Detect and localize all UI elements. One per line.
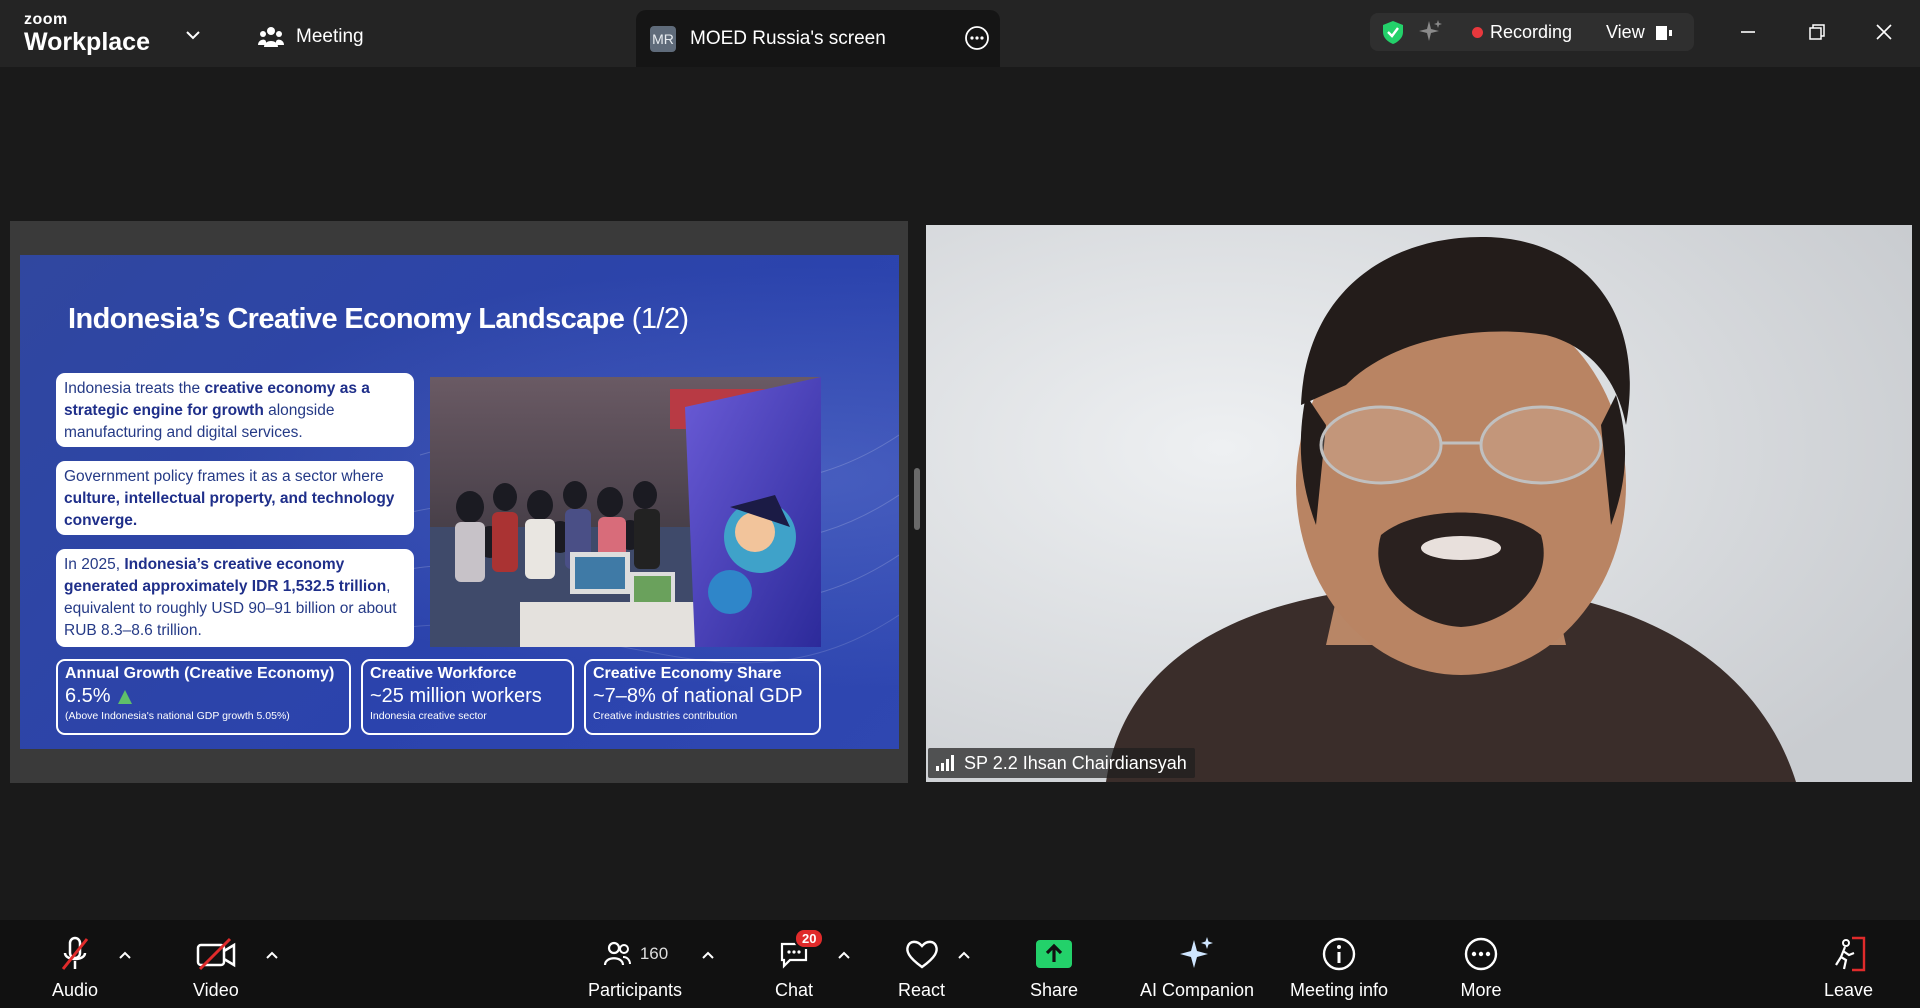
meeting-toolbar: Audio Video 160 Participants 20 Chat Rea… [0, 920, 1920, 1008]
expo-crowd-photo [430, 377, 821, 647]
participants-label: Participants [587, 980, 683, 1000]
share-button[interactable]: Share [1030, 934, 1078, 1001]
leave-button[interactable]: Leave [1824, 934, 1873, 1001]
slide-title: Indonesia’s Creative Economy Landscape (… [68, 303, 689, 336]
box2-bold: culture, intellectual property, and tech… [64, 490, 395, 529]
more-button[interactable]: More [1459, 934, 1503, 1001]
more-label: More [1460, 980, 1502, 1000]
chevron-down-icon[interactable] [182, 24, 204, 46]
leave-door-icon [1834, 936, 1865, 972]
recording-indicator[interactable]: Recording [1472, 22, 1572, 43]
stat-growth-value-row: 6.5% [65, 685, 342, 708]
presentation-slide: Indonesia’s Creative Economy Landscape (… [20, 255, 899, 749]
restore-icon [1809, 24, 1825, 40]
minimize-icon [1741, 31, 1755, 33]
participants-options-chevron-icon[interactable] [700, 948, 716, 964]
video-button[interactable]: Video [193, 934, 239, 1001]
recording-label: Recording [1490, 22, 1573, 42]
tab-shared-screen[interactable]: MR MOED Russia's screen [636, 10, 1000, 67]
stat-growth-note: (Above Indonesia's national GDP growth 5… [65, 710, 290, 722]
participants-icon [603, 941, 631, 966]
screen-tab-label: MOED Russia's screen [690, 27, 886, 49]
close-window-button[interactable] [1864, 14, 1904, 50]
chat-options-chevron-icon[interactable] [836, 948, 852, 964]
participant-video-frame [926, 225, 1912, 782]
top-bar: zoom Workplace Meeting MR MOED Russia's … [0, 0, 1920, 67]
stat-workforce-title: Creative Workforce [370, 665, 517, 682]
close-icon [1876, 24, 1892, 40]
audio-options-chevron-icon[interactable] [117, 948, 133, 964]
box2-text-1: Government policy frames it as a sector … [64, 468, 384, 485]
chat-label: Chat [774, 980, 814, 1000]
info-box-strategy: Indonesia treats the creative economy as… [56, 373, 414, 447]
video-off-icon [196, 937, 236, 971]
minimize-button[interactable] [1728, 14, 1768, 50]
stat-share-value: ~7–8% of national GDP [593, 685, 803, 707]
ai-companion-sparkle-icon [1180, 937, 1214, 968]
audio-button[interactable]: Audio [52, 934, 98, 1001]
mic-muted-icon [61, 936, 89, 970]
stat-workforce-note: Indonesia creative sector [370, 710, 487, 722]
view-label: View [1606, 22, 1645, 42]
meeting-info-label: Meeting info [1290, 980, 1389, 1000]
stat-card-workforce: Creative Workforce ~25 million workers I… [361, 659, 574, 735]
stat-card-gdp-share: Creative Economy Share ~7–8% of national… [584, 659, 821, 735]
ai-companion-button[interactable]: AI Companion [1140, 934, 1254, 1001]
sharer-avatar: MR [650, 25, 676, 52]
box3-text-1: In 2025, [64, 556, 125, 573]
chat-unread-badge: 20 [794, 928, 825, 949]
signal-strength-icon [936, 755, 954, 771]
slide-title-suffix: (1/2) [631, 303, 689, 335]
participants-count: 160 [639, 944, 669, 963]
info-box-policy: Government policy frames it as a sector … [56, 461, 414, 535]
ai-sparkle-icon[interactable] [1418, 19, 1444, 45]
meeting-info-button[interactable]: Meeting info [1290, 934, 1388, 1001]
stat-share-title: Creative Economy Share [593, 665, 782, 682]
leave-label: Leave [1824, 980, 1874, 1000]
heart-icon [905, 940, 938, 969]
react-options-chevron-icon[interactable] [956, 948, 972, 964]
slide-title-text: Indonesia’s Creative Economy Landscape [68, 303, 625, 335]
participant-name-label: SP 2.2 Ihsan Chairdiansyah [928, 748, 1195, 778]
video-label: Video [193, 980, 239, 1000]
chat-button[interactable]: 20 Chat [772, 928, 825, 1001]
more-options-icon[interactable] [964, 25, 990, 51]
recording-dot-icon [1472, 27, 1483, 38]
brand-zoom-text: zoom [24, 11, 68, 28]
meeting-status-pill: Recording View [1370, 13, 1694, 51]
brand-workplace-text: Workplace [24, 28, 150, 56]
stat-workforce-value: ~25 million workers [370, 685, 542, 707]
video-options-chevron-icon[interactable] [264, 948, 280, 964]
split-resize-handle[interactable] [914, 468, 920, 530]
participants-button[interactable]: 160 Participants [580, 934, 690, 1001]
stat-share-note: Creative industries contribution [593, 710, 738, 722]
participant-name: SP 2.2 Ihsan Chairdiansyah [964, 752, 1187, 773]
security-shield-icon[interactable] [1380, 19, 1406, 45]
react-label: React [898, 980, 946, 1000]
participant-video-tile[interactable] [926, 225, 1912, 782]
people-icon [258, 27, 284, 47]
view-layout-icon [1655, 25, 1672, 40]
meeting-menu[interactable]: Meeting [258, 22, 364, 52]
ai-companion-label: AI Companion [1140, 980, 1255, 1000]
share-screen-icon [1036, 940, 1073, 968]
more-dots-icon [1464, 937, 1498, 971]
restore-button[interactable] [1797, 14, 1837, 50]
stat-growth-value: 6.5% [65, 685, 111, 707]
info-icon [1322, 937, 1356, 971]
share-label: Share [1030, 980, 1079, 1000]
view-menu[interactable]: View [1606, 22, 1673, 43]
info-box-2025: In 2025, Indonesia’s creative economy ge… [56, 549, 414, 647]
box1-text-1: Indonesia treats the [64, 380, 205, 397]
stat-growth-title: Annual Growth (Creative Economy) [65, 665, 335, 682]
triangle-up-icon [117, 689, 132, 704]
zoom-workplace-logo[interactable]: zoom Workplace [24, 12, 150, 55]
audio-label: Audio [52, 980, 99, 1000]
meeting-label: Meeting [296, 26, 364, 47]
react-button[interactable]: React [898, 934, 945, 1001]
stat-card-growth: Annual Growth (Creative Economy) 6.5% (A… [56, 659, 351, 735]
